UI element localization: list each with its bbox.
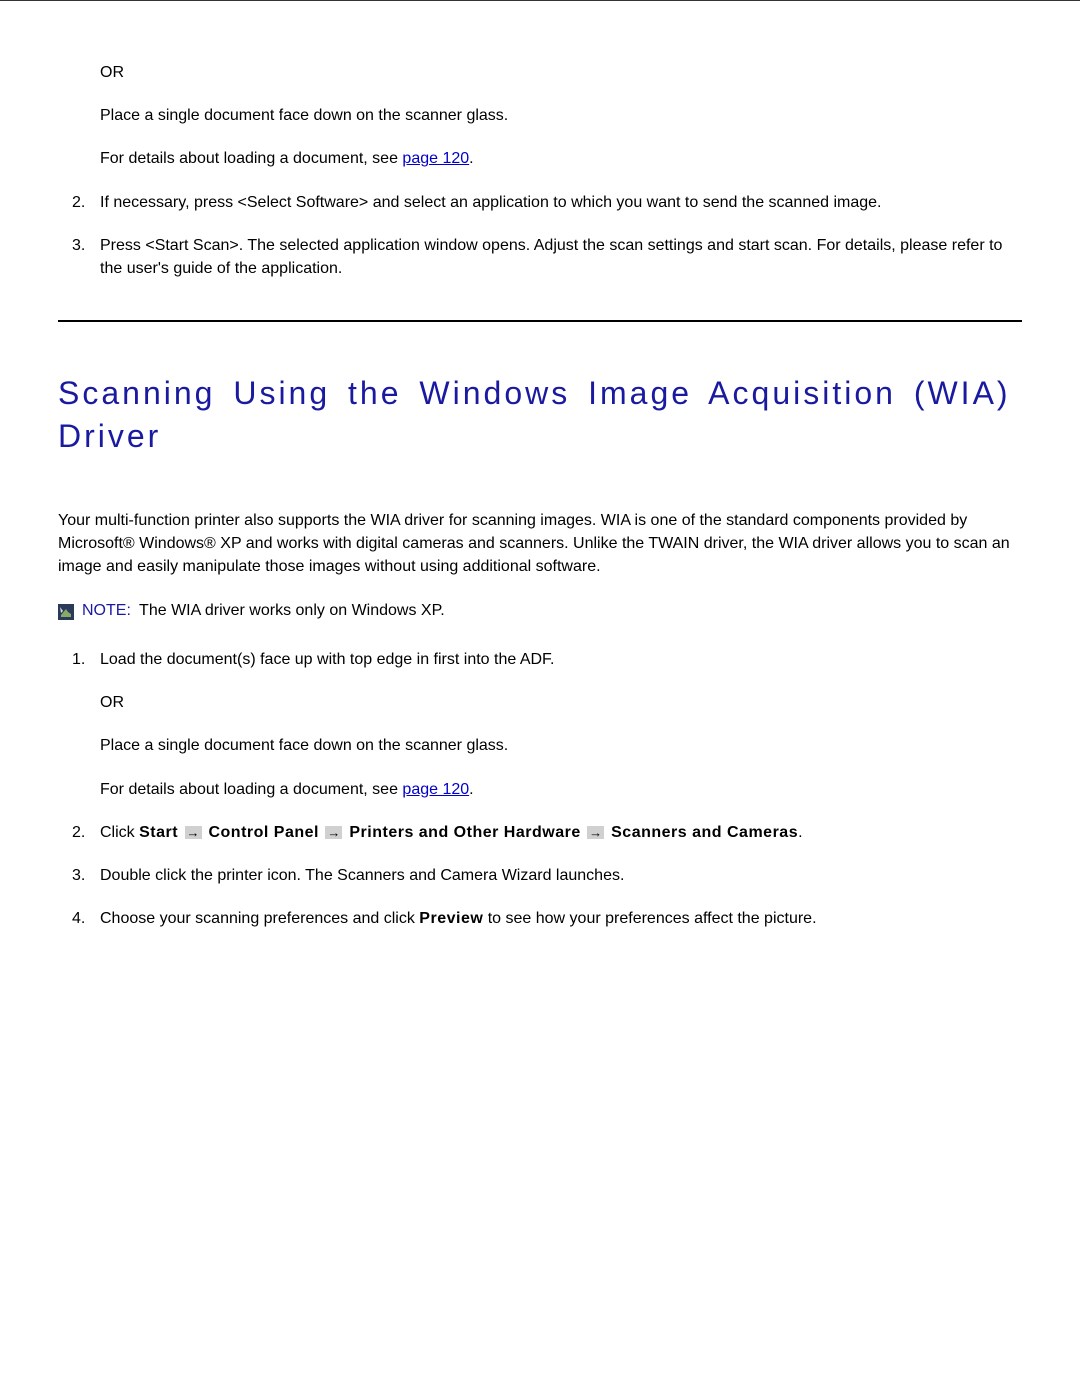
list-item-4: 4. Choose your scanning preferences and … bbox=[58, 907, 1022, 930]
arrow-icon: → bbox=[587, 826, 604, 839]
section-heading: Scanning Using the Windows Image Acquisi… bbox=[58, 372, 1022, 458]
list-number: 2. bbox=[72, 191, 100, 214]
item1-text: Load the document(s) face up with top ed… bbox=[100, 648, 1022, 671]
list-body: Click Start → Control Panel → Printers a… bbox=[100, 821, 1022, 844]
instruction-text: Place a single document face down on the… bbox=[100, 734, 1022, 757]
list-number: 2. bbox=[72, 821, 100, 844]
details-prefix: For details about loading a document, se… bbox=[100, 781, 402, 798]
list-number: 4. bbox=[72, 907, 100, 930]
note-text: The WIA driver works only on Windows XP. bbox=[135, 602, 445, 619]
details-suffix: . bbox=[469, 150, 473, 167]
list-number: 3. bbox=[72, 864, 100, 887]
page-link[interactable]: page 120 bbox=[402, 150, 469, 167]
list-item-3: 3. Double click the printer icon. The Sc… bbox=[58, 864, 1022, 887]
intro-paragraph: Your multi-function printer also support… bbox=[58, 509, 1022, 579]
list-body: Choose your scanning preferences and cli… bbox=[100, 907, 1022, 930]
section-divider bbox=[58, 320, 1022, 322]
preview-label: Preview bbox=[419, 910, 483, 927]
control-panel-label: Control Panel bbox=[204, 824, 319, 841]
note-text-wrap: NOTE: The WIA driver works only on Windo… bbox=[82, 602, 445, 620]
click-label: Click bbox=[100, 824, 139, 841]
list-item-1: 1. Load the document(s) face up with top… bbox=[58, 648, 1022, 801]
details-prefix: For details about loading a document, se… bbox=[100, 150, 402, 167]
details-line: For details about loading a document, se… bbox=[100, 778, 1022, 801]
item4-suffix: to see how your preferences affect the p… bbox=[483, 910, 816, 927]
details-suffix: . bbox=[469, 781, 473, 798]
item4-prefix: Choose your scanning preferences and cli… bbox=[100, 910, 419, 927]
note-icon bbox=[58, 604, 74, 620]
list-body: Press <Start Scan>. The selected applica… bbox=[100, 234, 1022, 280]
list-body: If necessary, press <Select Software> an… bbox=[100, 191, 1022, 214]
list-item-2: 2. Click Start → Control Panel → Printer… bbox=[58, 821, 1022, 844]
note-block: NOTE: The WIA driver works only on Windo… bbox=[58, 602, 1022, 620]
list-body: Double click the printer icon. The Scann… bbox=[100, 864, 1022, 887]
note-label: NOTE: bbox=[82, 602, 131, 619]
list-number: 1. bbox=[72, 648, 100, 801]
details-line: For details about loading a document, se… bbox=[100, 147, 1022, 170]
instruction-text: Place a single document face down on the… bbox=[100, 104, 1022, 127]
list-number: 3. bbox=[72, 234, 100, 280]
start-label: Start bbox=[139, 824, 178, 841]
list-item-2: 2. If necessary, press <Select Software>… bbox=[58, 191, 1022, 214]
scanners-cameras-label: Scanners and Cameras bbox=[606, 824, 798, 841]
arrow-icon: → bbox=[185, 826, 202, 839]
arrow-icon: → bbox=[325, 826, 342, 839]
or-label: OR bbox=[100, 61, 1022, 84]
list-body: Load the document(s) face up with top ed… bbox=[100, 648, 1022, 801]
printers-hardware-label: Printers and Other Hardware bbox=[344, 824, 580, 841]
page-link[interactable]: page 120 bbox=[402, 781, 469, 798]
or-label: OR bbox=[100, 691, 1022, 714]
list-item-3: 3. Press <Start Scan>. The selected appl… bbox=[58, 234, 1022, 280]
document-page: OR Place a single document face down on … bbox=[0, 0, 1080, 990]
period: . bbox=[798, 824, 802, 841]
